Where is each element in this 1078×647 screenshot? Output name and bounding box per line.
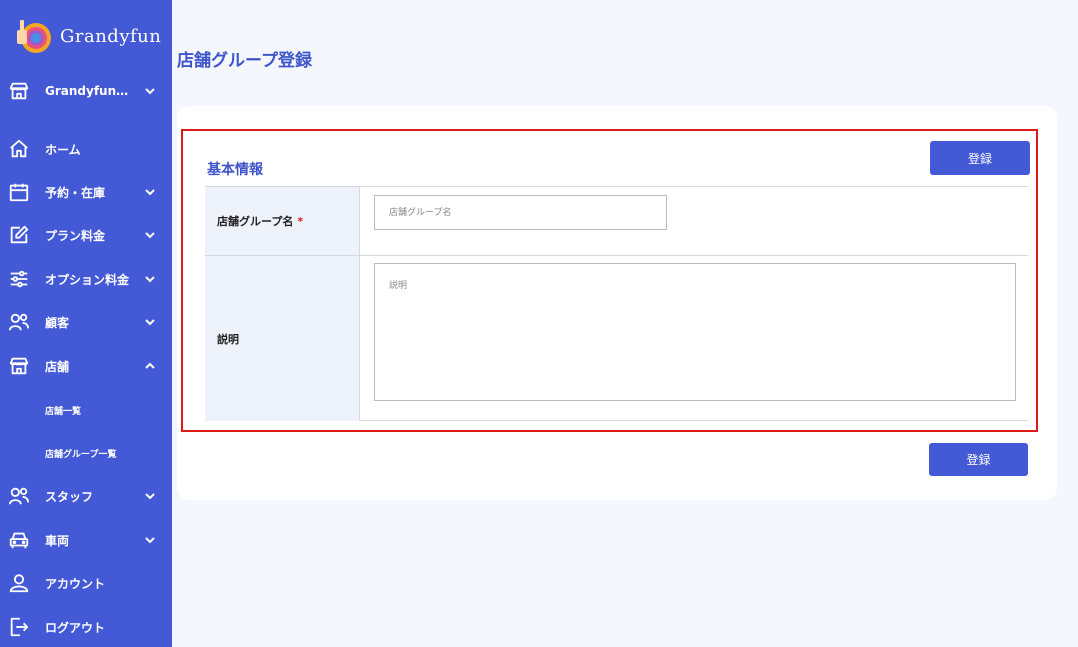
sliders-icon	[7, 267, 31, 291]
sidebar-item-option[interactable]: オプション料金	[0, 261, 172, 297]
required-mark: *	[297, 214, 304, 228]
sidebar-item-plan[interactable]: プラン料金	[0, 217, 172, 253]
field-label-cell: 店舗グループ名 *	[205, 187, 360, 255]
register-button-bottom[interactable]: 登録	[929, 443, 1028, 476]
sidebar-subitem-store-group-list[interactable]: 店舗グループ一覧	[45, 447, 116, 460]
store-icon	[7, 354, 31, 378]
sidebar-item-customer[interactable]: 顧客	[0, 304, 172, 340]
sidebar-subitem-store-list[interactable]: 店舗一覧	[45, 404, 81, 417]
sidebar-item-label: アカウント	[45, 576, 106, 591]
chevron-up-icon	[145, 362, 155, 369]
group-name-input[interactable]	[374, 195, 667, 230]
logout-icon	[7, 615, 31, 639]
sidebar-item-staff[interactable]: スタッフ	[0, 478, 172, 514]
sidebar-item-label: スタッフ	[45, 489, 94, 504]
form-row-description: 説明	[205, 256, 1028, 421]
field-label-cell: 説明	[205, 256, 360, 421]
store-selector-label: Grandyfun…	[45, 84, 129, 98]
chevron-down-icon	[145, 189, 155, 196]
chevron-down-icon	[145, 232, 155, 239]
sidebar-item-label: オプション料金	[45, 272, 130, 287]
sidebar-item-label: ホーム	[45, 142, 81, 157]
sidebar-item-label: 車両	[45, 533, 70, 548]
car-icon	[7, 528, 31, 552]
form-row-group-name: 店舗グループ名 *	[205, 187, 1028, 256]
chevron-down-icon	[145, 319, 155, 326]
logo-icon	[17, 20, 51, 53]
section-title: 基本情報	[207, 162, 263, 178]
calendar-icon	[7, 180, 31, 204]
description-label: 説明	[217, 332, 239, 346]
users-icon	[7, 310, 31, 334]
chevron-down-icon	[145, 88, 155, 95]
sidebar: Grandyfun Grandyfun… ホーム 予約・在庫 プラン料金 オプシ…	[0, 0, 172, 647]
users-icon	[7, 484, 31, 508]
store-selector[interactable]: Grandyfun…	[0, 73, 172, 109]
chevron-down-icon	[145, 537, 155, 544]
sidebar-item-label: 顧客	[45, 315, 70, 330]
sidebar-item-label: ログアウト	[45, 620, 106, 635]
sidebar-item-reservation[interactable]: 予約・在庫	[0, 174, 172, 210]
sidebar-item-label: 予約・在庫	[45, 185, 106, 200]
edit-icon	[7, 223, 31, 247]
sidebar-item-logout[interactable]: ログアウト	[0, 609, 172, 645]
description-textarea[interactable]	[374, 263, 1016, 401]
chevron-down-icon	[145, 276, 155, 283]
sidebar-item-vehicle[interactable]: 車両	[0, 522, 172, 558]
brand-name: Grandyfun	[60, 25, 162, 47]
user-icon	[7, 571, 31, 595]
chevron-down-icon	[145, 493, 155, 500]
group-name-label: 店舗グループ名	[217, 215, 294, 228]
sidebar-item-account[interactable]: アカウント	[0, 565, 172, 601]
brand-logo[interactable]: Grandyfun	[14, 16, 161, 56]
sidebar-item-label: 店舗	[45, 359, 70, 374]
register-button-top[interactable]: 登録	[930, 141, 1030, 175]
sidebar-item-label: プラン料金	[45, 228, 106, 243]
sidebar-item-store[interactable]: 店舗	[0, 348, 172, 384]
form-table: 店舗グループ名 * 説明	[205, 186, 1028, 421]
sidebar-item-home[interactable]: ホーム	[0, 131, 172, 167]
page-title: 店舗グループ登録	[177, 51, 312, 71]
store-icon	[7, 79, 31, 103]
home-icon	[7, 137, 31, 161]
